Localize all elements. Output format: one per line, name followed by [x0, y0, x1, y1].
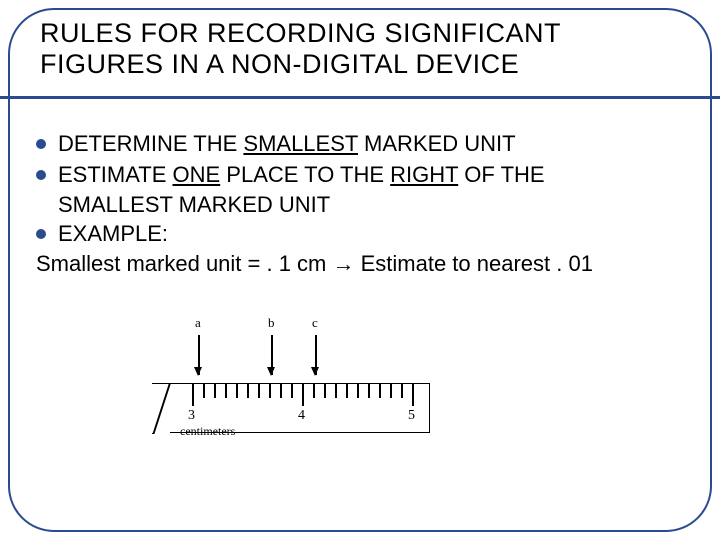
tick-minor-icon	[390, 384, 392, 398]
ruler-torn-edge-icon	[152, 383, 172, 434]
text-fragment: ESTIMATE	[58, 162, 173, 187]
bullet-1-text: DETERMINE THE SMALLEST MARKED UNIT	[58, 130, 516, 159]
bullet-dot-icon	[36, 229, 46, 239]
pointer-label-b: b	[268, 315, 275, 331]
pointer-arrows	[170, 333, 430, 383]
body-content: DETERMINE THE SMALLEST MARKED UNIT ESTIM…	[36, 130, 684, 279]
slide-title-line1: RULES FOR RECORDING SIGNIFICANT	[40, 18, 680, 49]
text-fragment: PLACE TO THE	[220, 162, 390, 187]
ruler-number-3: 3	[188, 408, 195, 424]
tick-minor-icon	[236, 384, 238, 398]
pointer-label-a: a	[195, 315, 201, 331]
arrow-a-icon	[198, 335, 200, 375]
bullet-2: ESTIMATE ONE PLACE TO THE RIGHT OF THE	[36, 161, 684, 190]
tick-minor-icon	[269, 384, 271, 398]
ruler-ticks	[170, 384, 429, 406]
bullet-2-continuation: SMALLEST MARKED UNIT	[36, 191, 684, 220]
bullet-dot-icon	[36, 139, 46, 149]
tick-minor-icon	[247, 384, 249, 398]
ruler-number-5: 5	[408, 408, 415, 424]
tick-minor-icon	[291, 384, 293, 398]
text-underlined: RIGHT	[390, 162, 458, 187]
example-line: Smallest marked unit = . 1 cm → Estimate…	[36, 250, 684, 279]
title-underline	[0, 96, 720, 99]
tick-minor-icon	[335, 384, 337, 398]
ruler-figure: a b c 3 4 5 centimeters	[170, 315, 430, 433]
tick-minor-icon	[214, 384, 216, 398]
tick-minor-icon	[401, 384, 403, 398]
tick-major-icon	[192, 384, 194, 406]
bullet-2-text: ESTIMATE ONE PLACE TO THE RIGHT OF THE	[58, 161, 545, 190]
ruler-number-4: 4	[298, 408, 305, 424]
arrow-c-icon	[315, 335, 317, 375]
tick-minor-icon	[357, 384, 359, 398]
tick-minor-icon	[225, 384, 227, 398]
tick-major-icon	[412, 384, 414, 406]
tick-minor-icon	[280, 384, 282, 398]
arrow-b-icon	[271, 335, 273, 375]
tick-minor-icon	[368, 384, 370, 398]
text-underlined: SMALLEST	[243, 131, 358, 156]
bullet-dot-icon	[36, 170, 46, 180]
pointer-labels: a b c	[170, 315, 430, 333]
bullet-3: EXAMPLE:	[36, 220, 684, 249]
tick-minor-icon	[346, 384, 348, 398]
ruler: 3 4 5 centimeters	[170, 383, 430, 433]
bullet-3-text: EXAMPLE:	[58, 220, 168, 249]
tick-minor-icon	[258, 384, 260, 398]
text-fragment: OF THE	[458, 162, 544, 187]
tick-minor-icon	[379, 384, 381, 398]
ruler-unit-label: centimeters	[180, 424, 235, 439]
title-block: RULES FOR RECORDING SIGNIFICANT FIGURES …	[40, 18, 680, 80]
text-fragment: MARKED UNIT	[358, 131, 516, 156]
pointer-label-c: c	[312, 315, 318, 331]
tick-minor-icon	[313, 384, 315, 398]
text-fragment: DETERMINE THE	[58, 131, 243, 156]
bullet-1: DETERMINE THE SMALLEST MARKED UNIT	[36, 130, 684, 159]
tick-major-icon	[302, 384, 304, 406]
slide-title-line2: FIGURES IN A NON-DIGITAL DEVICE	[40, 49, 680, 80]
tick-minor-icon	[203, 384, 205, 398]
text-underlined: ONE	[173, 162, 221, 187]
tick-minor-icon	[324, 384, 326, 398]
